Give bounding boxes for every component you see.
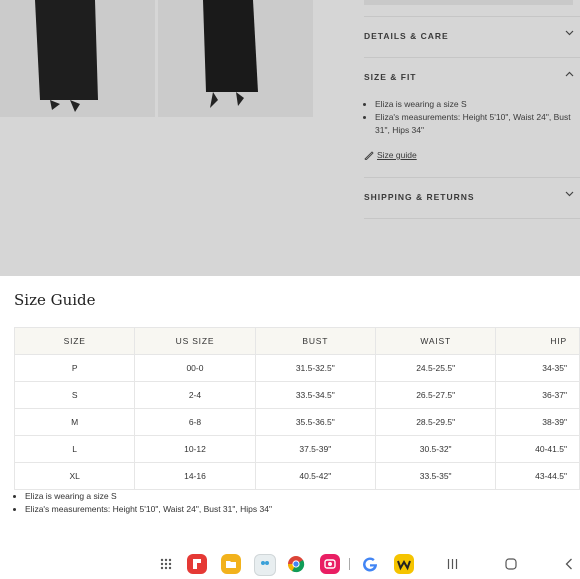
fit-note-measurements: Eliza's measurements: Height 5'10", Wais… bbox=[375, 111, 578, 137]
cell-bust: 40.5-42" bbox=[254, 462, 376, 490]
ruler-icon bbox=[364, 151, 374, 160]
cell-us-size: 2-4 bbox=[134, 381, 256, 409]
fit-note-size: Eliza is wearing a size S bbox=[375, 98, 578, 111]
cell-hip: 34-35" bbox=[495, 354, 580, 382]
divider bbox=[364, 218, 580, 219]
cell-size: L bbox=[13, 435, 136, 463]
home-icon[interactable] bbox=[505, 558, 517, 570]
column-header-waist: WAIST bbox=[374, 327, 497, 355]
cell-us-size: 10-12 bbox=[134, 435, 256, 463]
chevron-up-icon[interactable] bbox=[565, 71, 574, 77]
guide-note-size: Eliza is wearing a size S bbox=[25, 490, 272, 503]
cell-hip: 38-39" bbox=[495, 408, 580, 436]
cell-waist: 24.5-25.5" bbox=[374, 354, 497, 382]
size-guide-title: Size Guide bbox=[14, 291, 96, 309]
cell-size: XL bbox=[13, 462, 136, 490]
files-icon[interactable] bbox=[221, 554, 241, 574]
product-photo-1[interactable] bbox=[0, 0, 155, 117]
cell-bust: 37.5-39" bbox=[254, 435, 376, 463]
accordion-details-care[interactable]: DETAILS & CARE bbox=[364, 31, 449, 41]
guide-note-measurements: Eliza's measurements: Height 5'10", Wais… bbox=[25, 503, 272, 516]
column-header-bust: BUST bbox=[254, 327, 376, 355]
table-row: M 6-8 35.5-36.5" 28.5-29.5" 38-39" bbox=[13, 408, 580, 436]
camera-icon[interactable] bbox=[320, 554, 340, 574]
column-header-size: SIZE bbox=[13, 327, 136, 355]
accordion-shipping-returns[interactable]: SHIPPING & RETURNS bbox=[364, 192, 475, 202]
dock-separator bbox=[349, 558, 350, 570]
flipboard-icon[interactable] bbox=[187, 554, 207, 574]
column-header-us-size: US SIZE bbox=[134, 327, 256, 355]
recents-icon[interactable] bbox=[447, 558, 458, 570]
table-row: S 2-4 33.5-34.5" 26.5-27.5" 36-37" bbox=[13, 381, 580, 409]
google-icon[interactable] bbox=[361, 555, 379, 573]
product-page-backdrop[interactable]: DETAILS & CARE SIZE & FIT Eliza is weari… bbox=[0, 0, 580, 276]
table-row: P 00-0 31.5-32.5" 24.5-25.5" 34-35" bbox=[13, 354, 580, 382]
divider bbox=[364, 177, 580, 178]
chevron-down-icon[interactable] bbox=[565, 30, 574, 36]
wattpad-icon[interactable] bbox=[394, 554, 414, 574]
chrome-icon[interactable] bbox=[287, 555, 305, 573]
cell-hip: 40-41.5" bbox=[495, 435, 580, 463]
cell-waist: 30.5-32" bbox=[374, 435, 497, 463]
cell-bust: 31.5-32.5" bbox=[254, 354, 376, 382]
table-header-row: SIZE US SIZE BUST WAIST HIP bbox=[13, 327, 580, 355]
cell-size: S bbox=[13, 381, 136, 409]
product-photo-2[interactable] bbox=[158, 0, 313, 117]
size-guide-link[interactable]: Size guide bbox=[364, 150, 417, 160]
size-guide-table: SIZE US SIZE BUST WAIST HIP P 00-0 31.5-… bbox=[13, 327, 580, 490]
table-row: XL 14-16 40.5-42" 33.5-35" 43-44.5" bbox=[13, 462, 580, 490]
divider bbox=[364, 57, 580, 58]
cell-waist: 26.5-27.5" bbox=[374, 381, 497, 409]
cell-hip: 36-37" bbox=[495, 381, 580, 409]
cell-waist: 28.5-29.5" bbox=[374, 408, 497, 436]
cell-us-size: 00-0 bbox=[134, 354, 256, 382]
cell-bust: 33.5-34.5" bbox=[254, 381, 376, 409]
size-fit-notes: Eliza is wearing a size S Eliza's measur… bbox=[364, 98, 578, 137]
column-header-hip: HIP bbox=[495, 327, 580, 355]
chevron-down-icon[interactable] bbox=[565, 191, 574, 197]
cell-us-size: 14-16 bbox=[134, 462, 256, 490]
size-guide-link-label[interactable]: Size guide bbox=[377, 150, 417, 160]
app-drawer-icon[interactable] bbox=[160, 558, 172, 570]
cell-size: P bbox=[13, 354, 136, 382]
divider bbox=[364, 16, 580, 17]
android-taskbar bbox=[0, 548, 580, 579]
cell-waist: 33.5-35" bbox=[374, 462, 497, 490]
cell-us-size: 6-8 bbox=[134, 408, 256, 436]
add-to-bag-button-edge[interactable] bbox=[364, 0, 573, 5]
cell-size: M bbox=[13, 408, 136, 436]
size-guide-notes: Eliza is wearing a size S Eliza's measur… bbox=[14, 490, 272, 516]
back-icon[interactable] bbox=[565, 558, 573, 570]
accordion-size-fit[interactable]: SIZE & FIT bbox=[364, 72, 417, 82]
cell-bust: 35.5-36.5" bbox=[254, 408, 376, 436]
assistant-icon[interactable] bbox=[254, 554, 276, 576]
cell-hip: 43-44.5" bbox=[495, 462, 580, 490]
table-row: L 10-12 37.5-39" 30.5-32" 40-41.5" bbox=[13, 435, 580, 463]
